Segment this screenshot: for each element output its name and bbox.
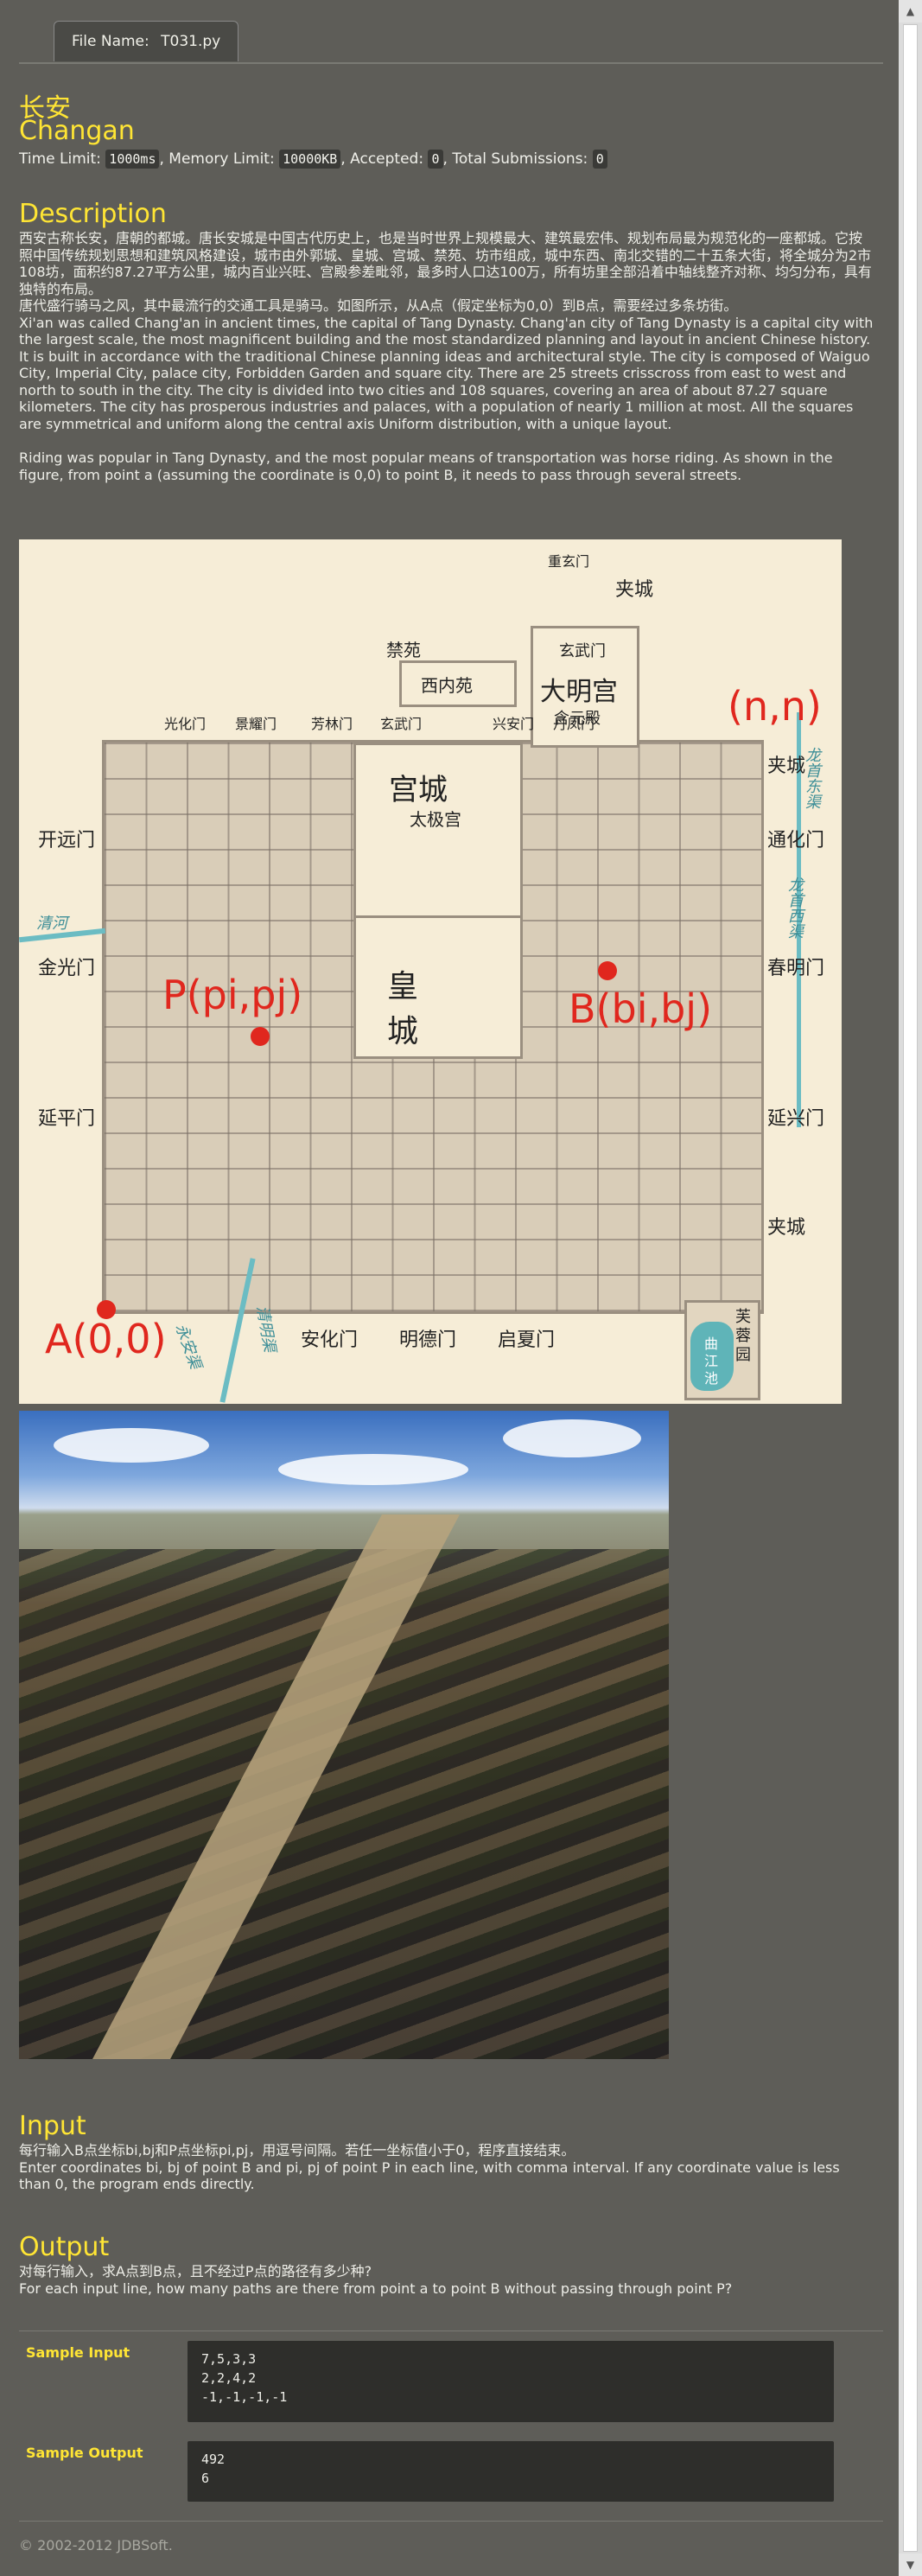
corner-nn-label: (n,n) (728, 683, 822, 730)
point-b-marker (598, 961, 617, 980)
scroll-up-icon[interactable]: ▲ (899, 0, 922, 22)
input-text-en: Enter coordinates bi, bj of point B and … (19, 2158, 840, 2193)
output-text: 对每行输入，求A点到B点，且不经过P点的路径有多少种? For each inp… (19, 2263, 874, 2297)
longshou-east-canal-label: 龙首东渠 (803, 747, 821, 809)
qujiang-pond-label: 曲江池 (704, 1336, 719, 1387)
problem-limits: Time Limit: 1000ms, Memory Limit: 10000K… (19, 150, 607, 169)
input-text-cn: 每行输入B点坐标bi,bj和P点坐标pi,pj，用逗号间隔。若任一坐标值小于0，… (19, 2142, 575, 2158)
input-heading: Input (19, 2111, 86, 2141)
palace-city-label: 宫城 (389, 773, 448, 807)
point-p-label: P(pi,pj) (162, 972, 303, 1018)
changan-aerial-photo (19, 1411, 669, 2059)
description-p1-en: Xi'an was called Chang'an in ancient tim… (19, 314, 874, 432)
furong-garden: 曲江池 芙蓉园 (684, 1300, 760, 1400)
xingan-gate-label: 兴安门 (493, 716, 535, 732)
furong-garden-label: 芙蓉园 (735, 1308, 751, 1364)
west-inner-garden-label: 西内苑 (421, 675, 473, 696)
scrollbar-thumb[interactable] (903, 24, 918, 2552)
sample-output-code[interactable]: 492 6 (188, 2441, 834, 2502)
tonghua-gate-label: 通化门 (767, 830, 825, 851)
footer-copyright: © 2002-2012 JDBSoft. (19, 2521, 883, 2554)
imperial-city: 皇 城 (353, 915, 523, 1059)
danfeng-gate-label: 丹凤门 (553, 716, 595, 732)
qixia-gate-label: 启夏门 (498, 1329, 556, 1351)
point-b-label: B(bi,bj) (569, 985, 713, 1032)
submissions-value: 0 (592, 150, 607, 169)
yanxing-gate-label: 延兴门 (767, 1108, 825, 1130)
scroll-down-icon[interactable]: ▼ (899, 2554, 922, 2576)
jinguang-gate-label: 金光门 (38, 958, 96, 979)
chunming-gate-label: 春明门 (767, 958, 825, 979)
taiji-palace-label: 太极宫 (410, 809, 461, 830)
accepted-label: , Accepted: (340, 150, 424, 168)
description-p2-en: Riding was popular in Tang Dynasty, and … (19, 450, 833, 483)
jingyao-gate-label: 景耀门 (235, 716, 277, 732)
changan-map: 宫城 太极宫 皇 城 禁苑 西内苑 玄武门 大明宫 含元殿 曲江池 芙蓉园 开远… (19, 539, 842, 1404)
output-text-en: For each input line, how many paths are … (19, 2280, 733, 2297)
description-text: 西安古称长安，唐朝的都城。唐长安城是中国古代历史上，也是当时世界上规模最大、建筑… (19, 230, 874, 483)
kaiyuan-gate-label: 开远门 (38, 830, 96, 851)
yanping-gate-label: 延平门 (38, 1108, 96, 1130)
input-text: 每行输入B点坐标bi,bj和P点坐标pi,pj，用逗号间隔。若任一坐标值小于0，… (19, 2142, 874, 2193)
problem-page: File Name: T031.py 长安 Changan Time Limit… (0, 0, 890, 2576)
file-tab-bar: File Name: T031.py (19, 21, 883, 64)
file-tab-filename: T031.py (161, 33, 221, 50)
sample-input-label: Sample Input (26, 2344, 130, 2361)
daming-palace-label: 大明宫 (540, 677, 618, 707)
anhua-gate-label: 安化门 (301, 1329, 359, 1351)
output-heading: Output (19, 2232, 110, 2262)
memory-limit-value: 10000KB (279, 150, 341, 169)
time-limit-label: Time Limit: (19, 150, 101, 168)
accepted-value: 0 (428, 150, 443, 169)
submissions-label: , Total Submissions: (442, 150, 588, 168)
point-a-label: A(0,0) (45, 1316, 167, 1362)
longshou-west-canal-label: 龙首西渠 (785, 877, 804, 939)
problem-title-en: Changan (19, 116, 135, 146)
sample-output-label: Sample Output (26, 2445, 143, 2461)
west-inner-garden: 西内苑 (399, 660, 517, 707)
description-p1-cn: 西安古称长安，唐朝的都城。唐长安城是中国古代历史上，也是当时世界上规模最大、建筑… (19, 230, 872, 297)
description-heading: Description (19, 199, 167, 229)
point-p-marker (251, 1027, 270, 1046)
memory-limit-label: , Memory Limit: (159, 150, 275, 168)
time-limit-value: 1000ms (105, 150, 160, 169)
chongxuan-gate-label: 重玄门 (548, 553, 590, 570)
mingde-gate-label: 明德门 (399, 1329, 457, 1351)
sample-input-code[interactable]: 7,5,3,3 2,2,4,2 -1,-1,-1,-1 (188, 2341, 834, 2422)
forbidden-garden-label: 禁苑 (386, 640, 421, 660)
xuanwu-gate-label: 玄武门 (559, 642, 606, 660)
yongan-canal-label: 永安渠 (171, 1321, 205, 1372)
jiacheng-south-label: 夹城 (767, 1217, 806, 1239)
output-text-cn: 对每行输入，求A点到B点，且不经过P点的路径有多少种? (19, 2263, 372, 2280)
palace-city: 宫城 太极宫 (353, 743, 523, 921)
imperial-city-label: 皇 城 (387, 969, 440, 1049)
qing-river-label: 清河 (36, 915, 67, 933)
file-tab-label: File Name: (72, 33, 149, 50)
jiacheng-north-label: 夹城 (615, 579, 654, 601)
vertical-scrollbar[interactable]: ▲ ▼ (899, 0, 922, 2576)
file-tab[interactable]: File Name: T031.py (54, 21, 239, 61)
description-p2-cn: 唐代盛行骑马之风，其中最流行的交通工具是骑马。如图所示，从A点（假定坐标为0,0… (19, 297, 738, 314)
xuanwu-gate-2-label: 玄武门 (380, 716, 423, 732)
fanglin-gate-label: 芳林门 (311, 716, 353, 732)
sample-divider (19, 2331, 883, 2332)
guanghua-gate-label: 光化门 (164, 716, 207, 732)
